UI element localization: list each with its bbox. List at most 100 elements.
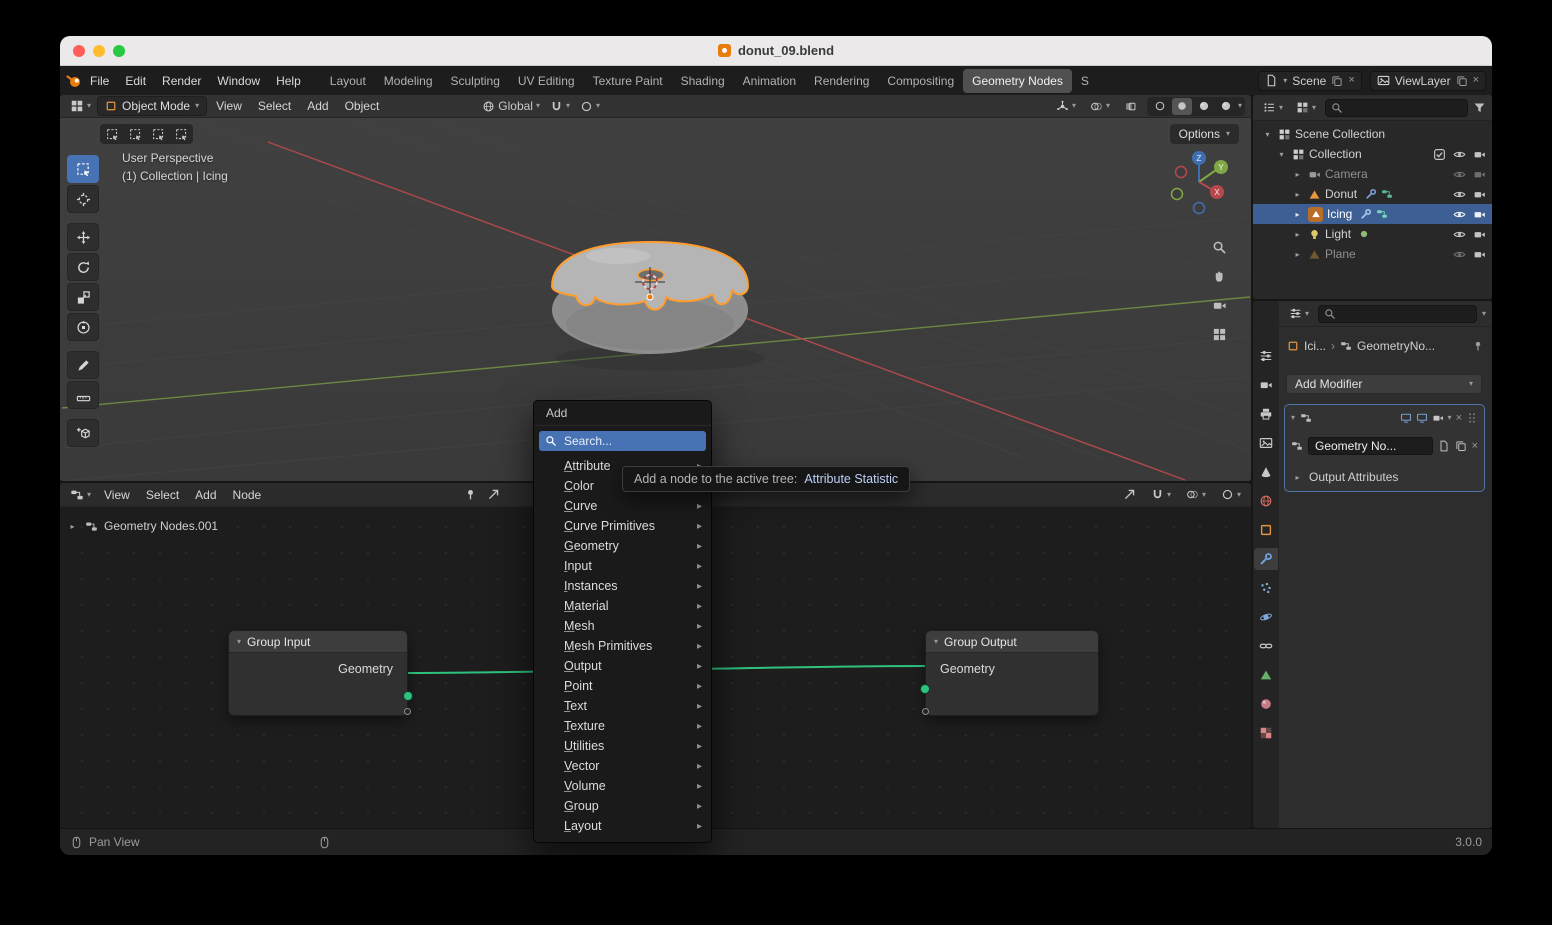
geometry-output-socket[interactable] [403,691,413,701]
collapse-chevron-icon[interactable]: ▾ [237,637,241,646]
display-mode-selector[interactable]: ▾ [1292,99,1320,116]
menu-window[interactable]: Window [209,70,268,92]
add-menu-item-point[interactable]: Point ▸ [534,676,711,696]
overlays-toggle[interactable]: ▾ [1182,486,1210,503]
pan-hand-icon[interactable] [1212,269,1227,284]
close-window-button[interactable] [73,45,85,57]
options-dropdown[interactable]: Options ▾ [1169,124,1239,144]
rotate-tool[interactable] [67,253,99,281]
add-menu-item-texture[interactable]: Texture ▸ [534,716,711,736]
select-intersect-button[interactable] [170,125,192,143]
auto-offset-toggle[interactable] [1119,486,1140,503]
unlink-nodetree-icon[interactable]: × [1472,440,1478,452]
viewport-menu-object[interactable]: Object [338,96,387,116]
viewlayer-selector[interactable]: ViewLayer × [1369,70,1486,91]
node-group-name-field[interactable]: Geometry No... [1308,437,1433,455]
new-scene-icon[interactable] [1331,75,1343,87]
add-menu-item-utilities[interactable]: Utilities ▸ [534,736,711,756]
outliner-row-collection[interactable]: ▾ Collection [1253,144,1492,164]
outliner-row-plane[interactable]: ▸ Plane [1253,244,1492,264]
group-output-node[interactable]: ▾ Group Output Geometry [920,630,1099,716]
breadcrumb-object[interactable]: Ici... [1304,339,1326,353]
tab-scripting-partial[interactable]: S [1072,69,1098,93]
annotate-tool[interactable] [67,351,99,379]
outliner-row-icing[interactable]: ▸ Icing [1253,204,1492,224]
display-realtime-icon[interactable] [1416,412,1428,424]
display-render-icon[interactable] [1432,412,1444,424]
modifier-extras-chevron[interactable]: ▾ [1448,414,1452,422]
add-menu-search-input[interactable] [562,433,700,449]
node-tree-breadcrumb[interactable]: ▸ Geometry Nodes.001 [66,519,218,533]
add-menu-item-group[interactable]: Group ▸ [534,796,711,816]
tab-particles[interactable] [1254,577,1278,599]
disable-render-camera-icon[interactable] [1473,248,1486,261]
disable-render-camera-icon[interactable] [1473,188,1486,201]
tab-world[interactable] [1254,490,1278,512]
group-input-node[interactable]: ▾ Group Input Geometry [228,630,413,716]
hide-eye-icon[interactable] [1453,228,1466,241]
menu-render[interactable]: Render [154,70,209,92]
node-header[interactable]: ▾ Group Input [229,631,407,653]
remove-modifier-icon[interactable]: × [1456,412,1462,424]
parent-tree-icon[interactable] [483,486,504,503]
mode-selector[interactable]: Object Mode ▾ [97,96,208,116]
tab-animation[interactable]: Animation [734,69,805,93]
breadcrumb-modifier[interactable]: GeometryNo... [1357,339,1435,353]
tab-view-layer[interactable] [1254,432,1278,454]
outliner-row-donut[interactable]: ▸ Donut [1253,184,1492,204]
tab-texture[interactable] [1254,722,1278,744]
cursor-tool[interactable] [67,185,99,213]
virtual-input-socket[interactable] [922,708,929,715]
node-menu-node[interactable]: Node [226,485,269,505]
tab-physics[interactable] [1254,606,1278,628]
filter-icon[interactable] [1473,101,1486,114]
show-overlays-toggle[interactable]: ▾ [1086,98,1114,115]
camera-view-icon[interactable] [1212,298,1227,313]
disclosure-icon[interactable]: ▸ [1291,210,1304,219]
xray-toggle[interactable] [1120,98,1141,115]
editor-type-selector[interactable]: ▾ [66,97,95,115]
disclosure-icon[interactable]: ▸ [1291,230,1304,239]
nodetree-browse-icon[interactable] [1291,440,1303,452]
output-attributes-panel[interactable]: ▸ Output Attributes [1285,465,1484,489]
add-menu-item-input[interactable]: Input ▸ [534,556,711,576]
tab-layout[interactable]: Layout [321,69,375,93]
tab-scene[interactable] [1254,461,1278,483]
hide-eye-icon[interactable] [1453,188,1466,201]
add-menu-item-layout[interactable]: Layout ▸ [534,816,711,836]
tab-sculpting[interactable]: Sculpting [442,69,509,93]
node-menu-select[interactable]: Select [139,485,186,505]
add-menu-item-curve[interactable]: Curve ▸ [534,496,711,516]
minimize-window-button[interactable] [93,45,105,57]
add-menu-item-output[interactable]: Output ▸ [534,656,711,676]
add-menu-item-mesh-primitives[interactable]: Mesh Primitives ▸ [534,636,711,656]
outliner-row-camera[interactable]: ▸ Camera [1253,164,1492,184]
properties-search-input[interactable] [1318,304,1477,323]
panel-disclosure-icon[interactable]: ▸ [1291,473,1304,482]
shading-options-chevron[interactable]: ▾ [1238,102,1242,110]
perspective-toggle-icon[interactable] [1212,327,1227,342]
disclosure-icon[interactable]: ▸ [1291,170,1304,179]
node-menu-add[interactable]: Add [188,485,223,505]
transform-tool[interactable] [67,313,99,341]
transform-orientation[interactable]: Global ▾ [478,97,544,115]
tab-modifiers[interactable] [1254,548,1278,570]
add-menu-search[interactable] [539,431,706,451]
outliner-search-input[interactable] [1325,98,1468,117]
filter-chevron-icon[interactable]: ▾ [1482,309,1486,318]
fake-user-icon[interactable] [1438,440,1450,452]
modifier-panel[interactable]: ▾ ▾ × Geometry No... × ▸ Output Attribut… [1284,404,1485,492]
outliner-row-light[interactable]: ▸ Light [1253,224,1492,244]
exclude-checkbox-icon[interactable] [1433,148,1446,161]
disclosure-icon[interactable]: ▾ [1261,130,1274,139]
select-subtract-button[interactable] [147,125,169,143]
hide-eye-icon[interactable] [1453,148,1466,161]
tab-constraints[interactable] [1254,635,1278,657]
tab-object-data[interactable] [1254,664,1278,686]
tab-uv-editing[interactable]: UV Editing [509,69,584,93]
disable-render-camera-icon[interactable] [1473,148,1486,161]
select-new-button[interactable] [101,125,123,143]
scene-selector[interactable]: ▾ Scene × [1258,70,1362,91]
outliner-row-scene-collection[interactable]: ▾ Scene Collection [1253,124,1492,144]
unlink-scene-icon[interactable]: × [1348,75,1354,86]
